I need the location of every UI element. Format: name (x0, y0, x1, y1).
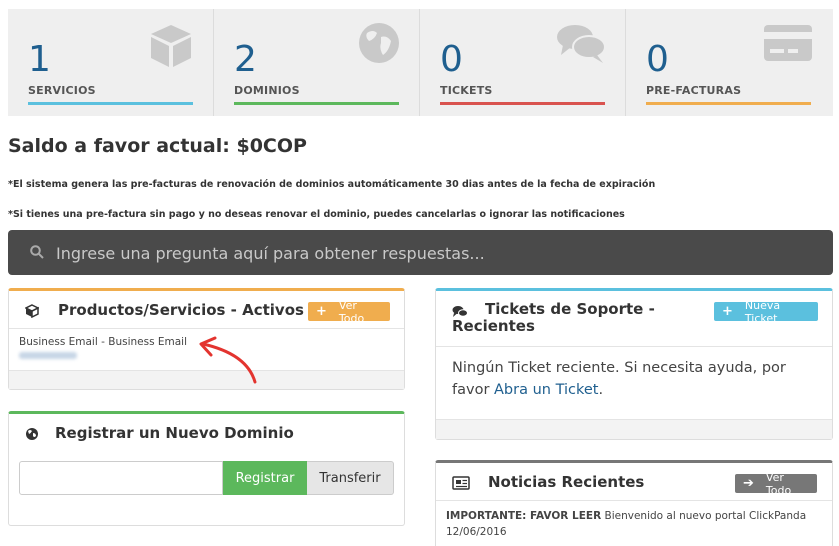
stat-label: SERVICIOS (28, 84, 96, 97)
arrow-right-icon: ➔ (743, 476, 754, 491)
domain-form: Registrar Transferir (19, 461, 394, 495)
news-item[interactable]: IMPORTANTE: FAVOR LEER Bienvenido al nue… (446, 508, 806, 540)
stat-tile-pre-facturas[interactable]: 0 PRE-FACTURAS (626, 9, 832, 116)
comments-icon (452, 306, 468, 317)
stat-label: TICKETS (440, 84, 493, 97)
view-all-products-button[interactable]: + Ver Todo (308, 299, 390, 325)
stat-underline (234, 102, 399, 105)
stats-bar: 1 SERVICIOS 2 DOMINIOS 0 TICKETS 0 PRE-F… (8, 9, 833, 116)
renewal-note: *El sistema genera las pre-facturas de r… (8, 179, 656, 190)
news-headline: IMPORTANTE: FAVOR LEER (446, 510, 602, 522)
news-panel: Noticias Recientes ➔ Ver Todo IMPORTANTE:… (435, 460, 833, 546)
panel-footer (436, 419, 832, 439)
annotation-arrow-icon (199, 336, 257, 384)
product-item[interactable]: Business Email - Business Email (19, 336, 187, 348)
stat-tile-dominios[interactable]: 2 DOMINIOS (214, 9, 420, 116)
stat-tile-tickets[interactable]: 0 TICKETS (420, 9, 626, 116)
divider (436, 500, 832, 501)
cube-icon (151, 25, 191, 67)
news-body: Bienvenido al nuevo portal ClickPanda (604, 510, 807, 522)
stat-label: PRE-FACTURAS (646, 84, 742, 97)
panel-title: Registrar un Nuevo Dominio (55, 424, 294, 442)
comments-icon (557, 25, 606, 63)
globe-icon (26, 428, 38, 440)
divider (9, 328, 404, 329)
globe-icon (359, 23, 399, 63)
plus-icon: + (722, 304, 733, 319)
knowledgebase-search (8, 230, 833, 275)
newspaper-icon (452, 476, 470, 490)
search-input[interactable] (56, 238, 816, 268)
new-ticket-button[interactable]: + Nueva Ticket (714, 299, 818, 325)
no-tickets-text: Ningún Ticket reciente. Si necesita ayud… (452, 360, 786, 398)
news-date: 12/06/2016 (446, 526, 507, 538)
stat-value: 0 (440, 39, 463, 80)
stat-value: 2 (234, 39, 257, 80)
plus-icon: + (316, 304, 327, 319)
divider (436, 346, 832, 347)
cube-icon (25, 304, 39, 318)
open-ticket-link[interactable]: Abra un Ticket (494, 382, 598, 398)
search-icon (30, 245, 44, 259)
transfer-button[interactable]: Transferir (307, 461, 394, 495)
stat-underline (646, 102, 811, 105)
stat-label: DOMINIOS (234, 84, 300, 97)
stat-value: 0 (646, 39, 669, 80)
tickets-panel: Tickets de Soporte - Recientes + Nueva Ti… (435, 288, 833, 440)
stat-underline (440, 102, 605, 105)
panel-title: Productos/Servicios - Activos (58, 301, 304, 319)
credit-card-icon (764, 25, 812, 61)
domain-input[interactable] (19, 461, 223, 495)
stat-tile-servicios[interactable]: 1 SERVICIOS (8, 9, 214, 116)
register-button[interactable]: Registrar (223, 461, 307, 495)
stat-value: 1 (28, 39, 51, 80)
panel-title: Noticias Recientes (488, 473, 645, 491)
blurred-domain (19, 352, 77, 359)
panel-header: Registrar un Nuevo Dominio (9, 414, 404, 452)
view-all-news-button[interactable]: ➔ Ver Todo (735, 471, 817, 497)
cancel-note: *Si tienes una pre-factura sin pago y no… (8, 209, 625, 220)
balance-heading: Saldo a favor actual: $0COP (8, 135, 307, 157)
stat-underline (28, 102, 193, 105)
register-domain-panel: Registrar un Nuevo Dominio Registrar Tra… (8, 411, 405, 526)
